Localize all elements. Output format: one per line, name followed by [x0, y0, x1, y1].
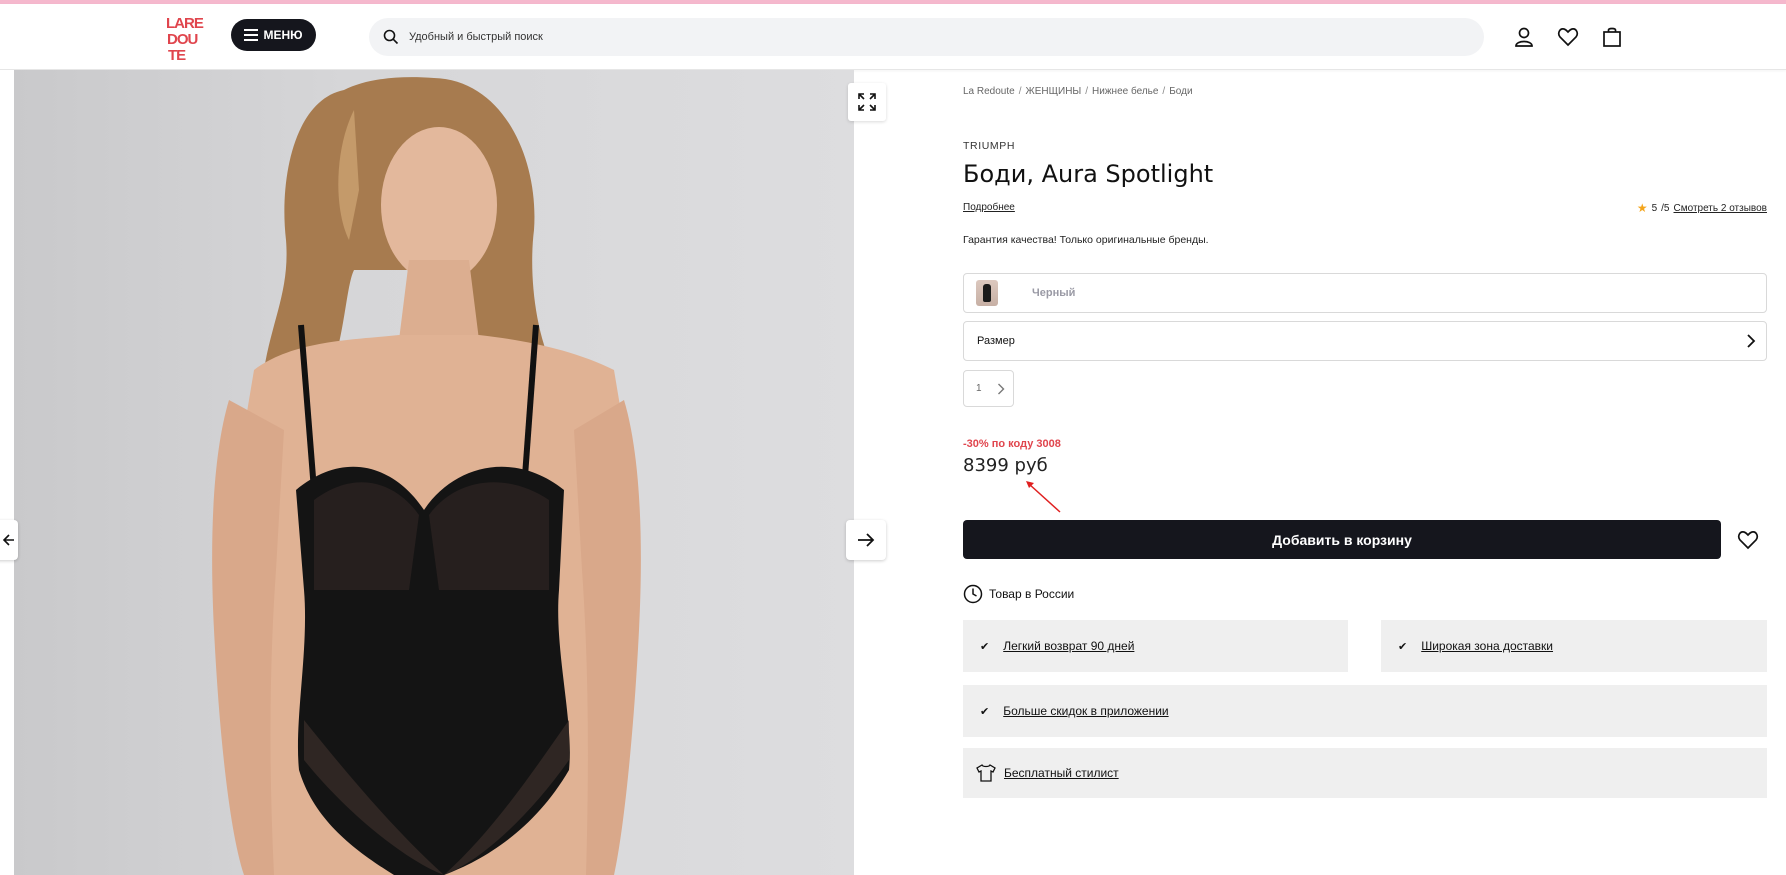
size-selector[interactable]: Размер — [963, 321, 1767, 361]
check-icon: ✔ — [980, 705, 990, 718]
color-selector[interactable]: Черный — [963, 273, 1767, 313]
feature-label[interactable]: Широкая зона доставки — [1421, 639, 1553, 653]
search-input[interactable] — [409, 31, 1309, 43]
menu-button[interactable]: МЕНЮ — [231, 19, 316, 51]
breadcrumb-separator: / — [1085, 86, 1089, 97]
quantity-value: 1 — [976, 383, 982, 394]
svg-text:DOU: DOU — [167, 31, 198, 48]
feature-easy-return[interactable]: ✔ Легкий возврат 90 дней — [963, 620, 1348, 672]
feature-label[interactable]: Больше скидок в приложении — [1003, 704, 1168, 718]
color-label: Черный — [1032, 287, 1076, 299]
product-price: 8399 руб — [963, 455, 1048, 476]
quantity-selector[interactable]: 1 — [963, 370, 1014, 407]
menu-label: МЕНЮ — [263, 28, 303, 42]
feature-delivery-zone[interactable]: ✔ Широкая зона доставки — [1381, 620, 1767, 672]
breadcrumb: La Redoute / ЖЕНЩИНЫ / Нижнее белье / Боди — [963, 86, 1193, 97]
previous-image-button[interactable] — [0, 520, 18, 560]
star-icon: ★ — [1636, 201, 1648, 215]
product-brand[interactable]: TRIUMPH — [963, 140, 1015, 152]
hamburger-icon — [244, 29, 259, 41]
add-to-cart-button[interactable]: Добавить в корзину — [963, 520, 1721, 559]
gallery-left-strip — [0, 70, 14, 875]
guarantee-text: Гарантия качества! Только оригинальные б… — [963, 234, 1209, 246]
check-icon: ✔ — [1398, 640, 1408, 653]
heart-icon[interactable] — [1555, 24, 1581, 50]
product-image[interactable] — [14, 70, 854, 875]
reviews-link[interactable]: Смотреть 2 отзывов — [1674, 203, 1768, 214]
arrow-right-icon — [858, 533, 875, 547]
search-bar[interactable] — [369, 18, 1484, 56]
promo-code: -30% по коду 3008 — [963, 438, 1061, 450]
svg-text:TE: TE — [168, 47, 186, 60]
add-to-wishlist-button[interactable] — [1735, 527, 1761, 553]
breadcrumb-item[interactable]: Нижнее белье — [1092, 86, 1158, 97]
stock-label: Товар в России — [989, 587, 1075, 601]
breadcrumb-separator: / — [1018, 86, 1022, 97]
bag-icon[interactable] — [1599, 24, 1625, 50]
feature-app-discounts[interactable]: ✔ Больше скидок в приложении — [963, 685, 1767, 737]
next-image-button[interactable] — [846, 520, 886, 560]
account-icon[interactable] — [1511, 24, 1537, 50]
details-link[interactable]: Подробнее — [963, 202, 1015, 213]
rating-max: /5 — [1661, 202, 1670, 214]
product-rating: ★ 5 /5 Смотреть 2 отзывов — [1637, 201, 1767, 215]
svg-text:LARE: LARE — [166, 15, 204, 32]
expand-image-button[interactable] — [848, 83, 886, 121]
feature-label[interactable]: Бесплатный стилист — [1004, 766, 1119, 780]
feature-free-stylist[interactable]: Бесплатный стилист — [963, 748, 1767, 798]
feature-label[interactable]: Легкий возврат 90 дней — [1003, 639, 1134, 653]
product-title: Боди, Aura Spotlight — [963, 160, 1214, 188]
breadcrumb-item[interactable]: ЖЕНЩИНЫ — [1026, 86, 1082, 97]
breadcrumb-separator: / — [1162, 86, 1166, 97]
clock-icon — [963, 584, 983, 604]
breadcrumb-item[interactable]: La Redoute — [963, 86, 1015, 97]
breadcrumb-item[interactable]: Боди — [1169, 86, 1192, 97]
heart-icon — [1737, 531, 1759, 550]
search-icon — [383, 29, 399, 45]
stock-status: Товар в России — [963, 584, 1074, 604]
la-redoute-logo[interactable]: LARE DOU TE — [166, 14, 212, 64]
size-label: Размер — [977, 335, 1015, 347]
chevron-right-icon — [998, 383, 1005, 394]
tshirt-icon — [976, 764, 996, 782]
rating-value: 5 — [1651, 202, 1658, 214]
site-header: LARE DOU TE МЕНЮ — [0, 4, 1786, 70]
color-swatch — [976, 280, 998, 306]
check-icon: ✔ — [980, 640, 990, 653]
annotation-arrow-icon — [1026, 481, 1061, 513]
arrow-left-icon — [2, 534, 14, 546]
chevron-right-icon — [1747, 334, 1756, 348]
expand-icon — [858, 93, 876, 111]
